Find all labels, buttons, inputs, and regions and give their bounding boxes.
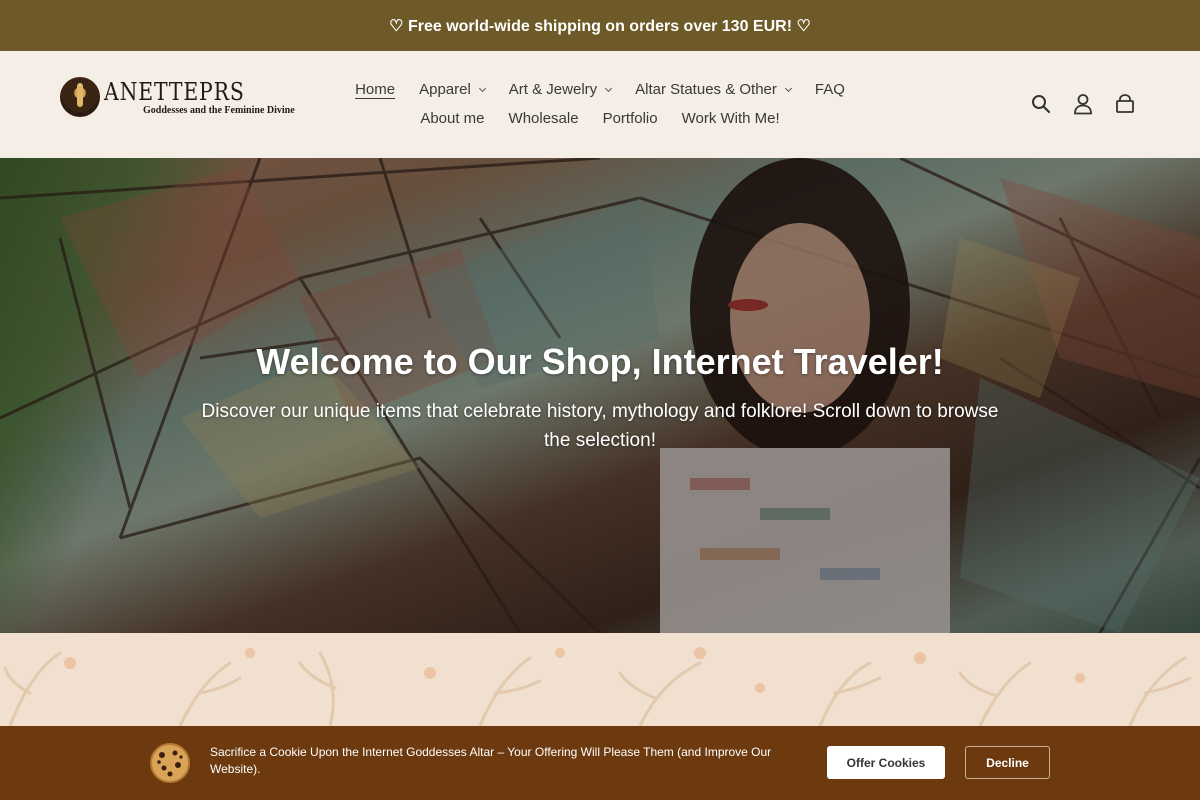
hero-subtitle: Discover our unique items that celebrate… [201,401,999,451]
floral-pattern-section [0,633,1200,726]
nav-item-work-with-me[interactable]: Work With Me! [670,110,792,127]
nav-item-art-jewelry[interactable]: Art & Jewelry [497,81,623,98]
announcement-bar: ♡ Free world-wide shipping on orders ove… [0,0,1200,51]
header-icons [1030,93,1136,115]
nav-item-apparel[interactable]: Apparel [407,81,497,98]
nav-label: Altar Statues & Other [635,81,777,98]
announcement-text: ♡ Free world-wide shipping on orders ove… [389,17,811,35]
nav-label: Art & Jewelry [508,81,598,98]
nav-label: Portfolio [602,110,658,127]
cookie-consent-text: Sacrifice a Cookie Upon the Internet God… [210,745,772,776]
hero-title: Welcome to Our Shop, Internet Traveler! [256,341,944,382]
nav-label: FAQ [814,81,845,98]
search-icon[interactable] [1030,93,1052,115]
cart-icon[interactable] [1114,93,1136,115]
hero-content: Welcome to Our Shop, Internet Traveler! … [0,341,1200,455]
nav-item-wholesale[interactable]: Wholesale [497,110,591,127]
logo-title: ANETTEPRS [104,78,245,106]
nav-label: Work With Me! [681,110,780,127]
chevron-down-icon [478,84,486,92]
offer-cookies-button[interactable]: Offer Cookies [827,746,945,779]
chevron-down-icon [605,84,613,92]
nav-label: Apparel [419,81,471,98]
floral-pattern-decoration [3,647,1192,726]
nav-label: Wholesale [508,110,579,127]
site-header: ANETTEPRS Goddesses and the Feminine Div… [0,51,1200,158]
nav-item-about-me[interactable]: About me [408,110,496,127]
site-logo[interactable]: ANETTEPRS Goddesses and the Feminine Div… [60,77,295,117]
decline-cookies-button[interactable]: Decline [965,746,1050,779]
chevron-down-icon [784,84,792,92]
cookie-icon [150,743,190,783]
logo-emblem-icon [60,77,100,117]
nav-item-faq[interactable]: FAQ [803,81,857,98]
nav-item-altar-statues[interactable]: Altar Statues & Other [623,81,803,98]
nav-label: About me [420,110,485,127]
nav-item-portfolio[interactable]: Portfolio [591,110,670,127]
nav-item-home[interactable]: Home [343,81,407,98]
logo-text: ANETTEPRS Goddesses and the Feminine Div… [104,77,295,116]
hero-banner: Welcome to Our Shop, Internet Traveler! … [0,158,1200,633]
cookie-consent-banner: Sacrifice a Cookie Upon the Internet God… [0,726,1200,800]
account-icon[interactable] [1072,93,1094,115]
nav-label: Home [355,81,396,98]
